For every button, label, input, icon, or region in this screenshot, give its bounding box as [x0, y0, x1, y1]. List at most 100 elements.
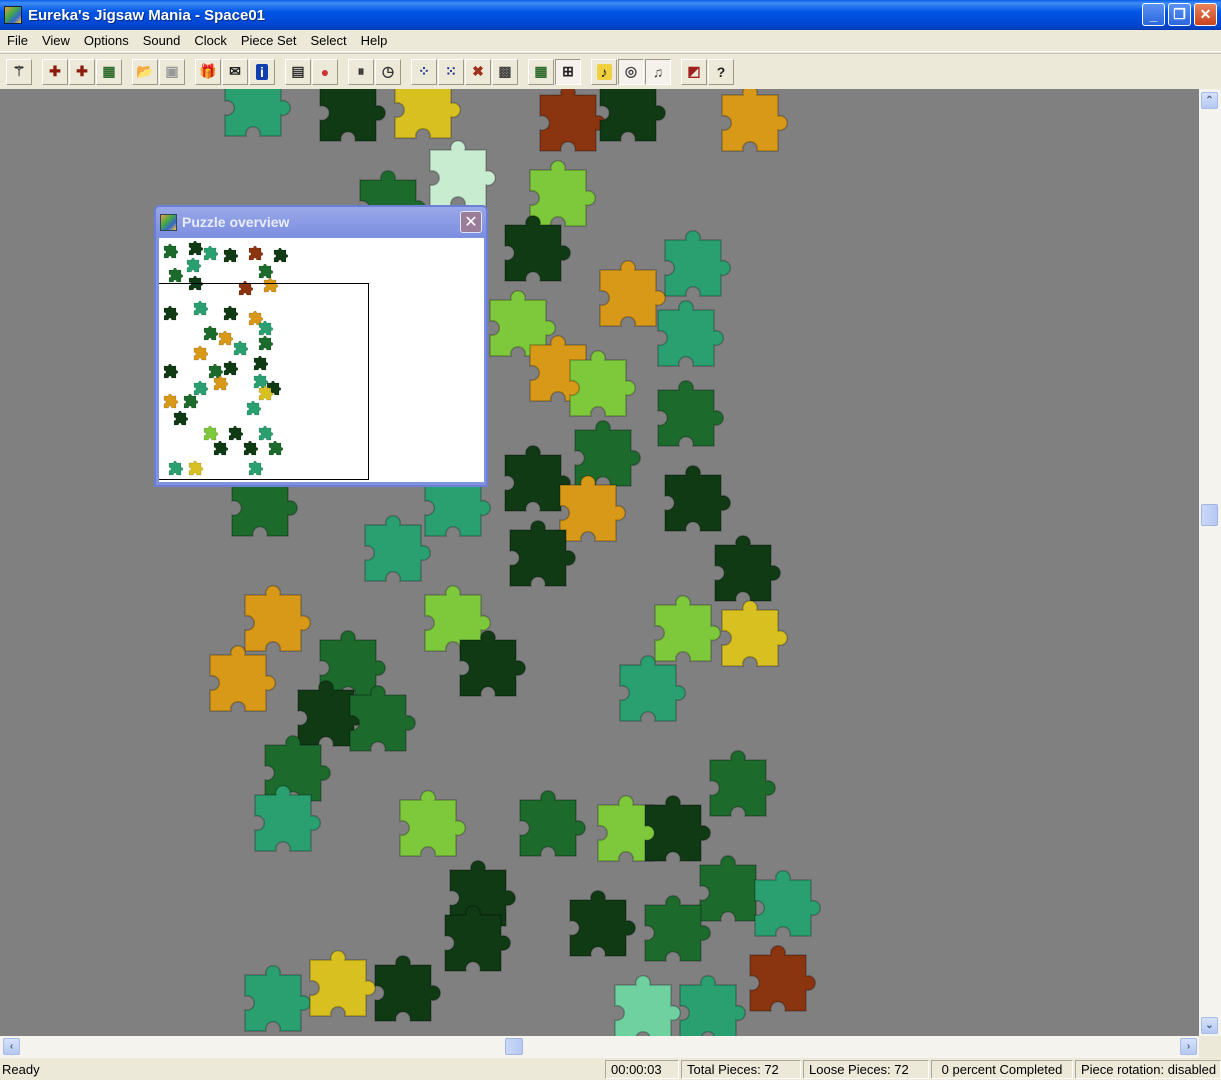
puzzle-piece[interactable]: [529, 159, 597, 227]
puzzle-piece[interactable]: [504, 214, 572, 282]
deselect-button[interactable]: ✖: [465, 58, 491, 85]
puzzle-piece[interactable]: [569, 349, 637, 417]
menu-file[interactable]: File: [0, 31, 35, 51]
puzzle-piece: [273, 247, 289, 263]
puzzle-piece[interactable]: [599, 89, 667, 142]
puzzle-piece[interactable]: [754, 869, 822, 937]
properties-button[interactable]: ▤: [285, 58, 311, 85]
preview-button[interactable]: ⊞: [555, 58, 581, 85]
puzzle-piece[interactable]: [264, 734, 332, 802]
scroll-down-button[interactable]: ⌄: [1201, 1017, 1218, 1034]
menu-sound[interactable]: Sound: [136, 31, 188, 51]
overview-title-bar[interactable]: Puzzle overview: [156, 207, 486, 237]
overview-close-button[interactable]: ✕: [460, 211, 482, 233]
gift-icon: 🎁: [199, 63, 217, 79]
puzzle-piece[interactable]: [619, 654, 687, 722]
puzzle-piece[interactable]: [429, 139, 497, 207]
puzzle-piece[interactable]: [319, 89, 387, 142]
puzzle-piece[interactable]: [459, 629, 527, 697]
magic-wand-button[interactable]: ⚚: [6, 58, 32, 85]
help-button[interactable]: ?: [708, 58, 734, 85]
puzzle-piece[interactable]: [721, 89, 789, 152]
save-disk-icon: ▣: [165, 63, 179, 79]
puzzle-piece[interactable]: [349, 684, 417, 752]
overview-canvas[interactable]: [159, 238, 484, 482]
open-folder-button[interactable]: 📂: [132, 58, 158, 85]
menu-clock[interactable]: Clock: [187, 31, 234, 51]
puzzle-piece[interactable]: [657, 299, 725, 367]
menu-options[interactable]: Options: [77, 31, 136, 51]
cd-button[interactable]: ◎: [618, 58, 644, 85]
new-puzzle-button[interactable]: ✚: [42, 58, 68, 85]
menu-view[interactable]: View: [35, 31, 77, 51]
puzzle-piece[interactable]: [709, 749, 777, 817]
music-folder-icon: ♪: [596, 63, 612, 80]
menu-help[interactable]: Help: [354, 31, 395, 51]
puzzle-piece[interactable]: [309, 949, 377, 1017]
puzzle-piece[interactable]: [244, 964, 312, 1032]
scroll-left-button[interactable]: ‹: [3, 1038, 20, 1055]
scroll-up-button[interactable]: ⌃: [1201, 92, 1218, 109]
select-border-icon: ⁙: [445, 63, 457, 79]
background-image-button[interactable]: ▦: [528, 58, 554, 85]
puzzle-piece[interactable]: [721, 599, 789, 667]
puzzle-piece[interactable]: [509, 519, 577, 587]
puzzle-piece[interactable]: [714, 534, 782, 602]
layers-button[interactable]: ◩: [681, 58, 707, 85]
minimize-button[interactable]: _: [1142, 3, 1165, 26]
puzzle-piece[interactable]: [539, 89, 607, 152]
select-all-button[interactable]: ⁘: [411, 58, 437, 85]
layers-icon: ◩: [687, 63, 701, 79]
puzzle-piece[interactable]: [394, 89, 462, 139]
puzzle-piece[interactable]: [569, 889, 637, 957]
puzzle-piece[interactable]: [519, 789, 587, 857]
puzzle-piece[interactable]: [399, 789, 467, 857]
puzzle-piece[interactable]: [364, 514, 432, 582]
puzzle-piece[interactable]: [664, 229, 732, 297]
horizontal-scroll-thumb[interactable]: [505, 1038, 523, 1055]
puzzle-piece[interactable]: [224, 89, 292, 137]
vertical-scrollbar[interactable]: ⌃ ⌄: [1199, 89, 1221, 1036]
reshuffle-button[interactable]: ✚: [69, 58, 95, 85]
arrange-button[interactable]: ▩: [492, 58, 518, 85]
pause-button[interactable]: ⏸: [348, 58, 374, 85]
puzzle-piece[interactable]: [209, 644, 277, 712]
clock-reset-button[interactable]: ◷: [375, 58, 401, 85]
puzzle-piece[interactable]: [749, 944, 817, 1012]
music-folder-button[interactable]: ♪: [591, 58, 617, 85]
gift-button[interactable]: 🎁: [195, 58, 221, 85]
puzzle-piece[interactable]: [254, 784, 322, 852]
puzzle-piece[interactable]: [374, 954, 442, 1022]
puzzle-piece[interactable]: [644, 894, 712, 962]
menu-select[interactable]: Select: [303, 31, 353, 51]
puzzle-piece[interactable]: [664, 464, 732, 532]
puzzle-piece[interactable]: [599, 259, 667, 327]
info-button[interactable]: i: [249, 58, 275, 85]
puzzle-piece[interactable]: [657, 379, 725, 447]
puzzle-piece[interactable]: [679, 974, 747, 1036]
horizontal-scrollbar[interactable]: ‹ ›: [0, 1036, 1199, 1058]
puzzle-overview-window[interactable]: Puzzle overview ✕: [154, 205, 488, 487]
puzzle-piece[interactable]: [244, 584, 312, 652]
puzzle-piece[interactable]: [444, 904, 512, 972]
select-all-icon: ⁘: [418, 63, 430, 79]
overview-viewport-rect[interactable]: [159, 283, 369, 480]
select-border-button[interactable]: ⁙: [438, 58, 464, 85]
restore-button[interactable]: ❐: [1168, 3, 1191, 26]
vertical-scroll-thumb[interactable]: [1201, 504, 1218, 526]
colors-button[interactable]: ●: [312, 58, 338, 85]
puzzle-piece[interactable]: [614, 974, 682, 1036]
puzzle-piece[interactable]: [654, 594, 722, 662]
puzzle-piece[interactable]: [559, 474, 627, 542]
close-button[interactable]: ✕: [1194, 3, 1217, 26]
sound-button[interactable]: ♫: [645, 58, 671, 85]
mail-button[interactable]: ✉: [222, 58, 248, 85]
properties-icon: ▤: [291, 63, 305, 79]
menu-piece-set[interactable]: Piece Set: [234, 31, 304, 51]
scroll-right-button[interactable]: ›: [1180, 1038, 1197, 1055]
puzzle-piece[interactable]: [644, 794, 712, 862]
puzzle-piece: [186, 257, 202, 273]
picture-button[interactable]: ▦: [96, 58, 122, 85]
app-icon[interactable]: [4, 6, 22, 24]
save-disk-button[interactable]: ▣: [159, 58, 185, 85]
